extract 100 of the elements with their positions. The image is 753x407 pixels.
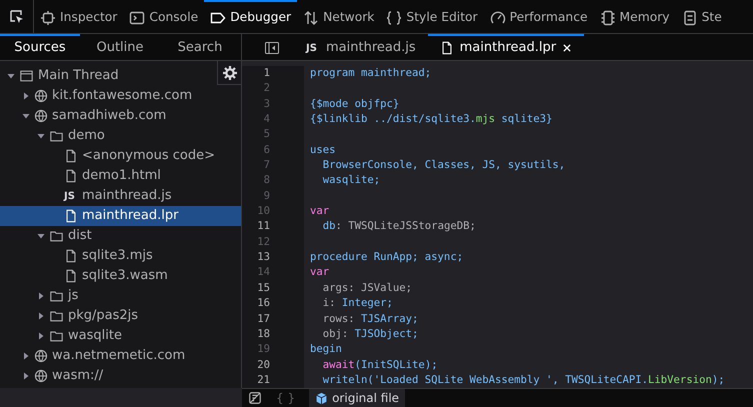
original-file-button[interactable]: original file: [309, 389, 406, 407]
console-icon: [129, 10, 146, 26]
line-number: 15: [256, 280, 270, 296]
tree-item[interactable]: demo: [0, 126, 241, 146]
code-line: db: TWSQLiteJSStorageDB;: [322, 219, 476, 234]
expanded-arrow-icon[interactable]: [37, 232, 45, 240]
gear-icon[interactable]: [222, 64, 238, 80]
cube-icon: [315, 392, 328, 404]
tree-item[interactable]: mainthread.lpr: [0, 206, 241, 226]
gauge-icon: [490, 10, 506, 26]
collapsed-arrow-icon[interactable]: [22, 352, 30, 360]
code-line: BrowserConsole, Classes, JS, sysutils,: [322, 158, 566, 174]
tree-item[interactable]: JS mainthread.js: [0, 186, 241, 206]
sidebar-tab[interactable]: Outline: [80, 34, 160, 60]
code-line: wasqlite;: [322, 173, 380, 188]
line-number: 8: [262, 173, 270, 188]
expanded-arrow-icon[interactable]: [7, 72, 15, 80]
file-icon: [64, 209, 78, 223]
file-icon: [64, 169, 78, 183]
file-icon: [440, 41, 454, 55]
line-number: 13: [256, 250, 270, 266]
code-line: begin: [309, 342, 342, 358]
folder-icon: [49, 229, 64, 243]
element-picker-icon[interactable]: [8, 8, 24, 24]
devtools-tab[interactable]: Console: [123, 0, 204, 33]
folder-icon: [49, 289, 64, 303]
memory-chip-icon: [600, 10, 616, 26]
devtools-tab[interactable]: Style Editor: [380, 0, 484, 33]
collapsed-arrow-icon[interactable]: [22, 372, 30, 380]
expanded-arrow-icon[interactable]: [37, 132, 45, 140]
tree-item[interactable]: Main Thread: [0, 66, 241, 86]
code-line: i: Integer;: [322, 296, 393, 312]
sidebar-toggle-icon[interactable]: [264, 40, 280, 56]
storage-icon: [682, 10, 698, 26]
tree-item[interactable]: sqlite3.mjs: [0, 246, 241, 266]
tree-item[interactable]: demo1.html: [0, 166, 241, 186]
tree-item[interactable]: samadhiweb.com: [0, 106, 241, 126]
code-line: await(InitSQLite);: [322, 358, 438, 373]
line-number: 14: [256, 265, 270, 280]
devtools-tab[interactable]: Ste: [676, 0, 728, 33]
tree-item[interactable]: dist: [0, 226, 241, 246]
line-number: 21: [256, 372, 270, 388]
window-icon: [19, 69, 34, 83]
line-number: 6: [262, 142, 270, 158]
tree-item[interactable]: <anonymous code>: [0, 146, 241, 166]
sidebar-tab[interactable]: Search: [160, 34, 240, 60]
devtools-tab[interactable]: Inspector: [34, 0, 124, 33]
arrows-icon: [303, 10, 320, 26]
line-number: 7: [262, 158, 270, 174]
collapsed-arrow-icon[interactable]: [37, 312, 45, 320]
folder-icon: [49, 329, 64, 343]
globe-icon: [34, 89, 48, 103]
tree-item[interactable]: kit.fontawesome.com: [0, 86, 241, 106]
line-number: 11: [256, 219, 270, 234]
line-number: 9: [262, 188, 270, 204]
code-line: rows: TJSArray;: [322, 312, 418, 326]
line-number: 19: [256, 342, 270, 358]
chip-icon: [40, 10, 56, 26]
js-file-icon: JS: [306, 40, 320, 56]
tree-item[interactable]: wasm://: [0, 366, 241, 386]
tree-item[interactable]: wa.netmemetic.com: [0, 346, 241, 366]
line-number: 20: [256, 358, 270, 373]
devtools-tab[interactable]: Memory: [594, 0, 676, 33]
folder-icon: [49, 309, 64, 323]
line-number: 2: [262, 81, 270, 96]
devtools-tab[interactable]: Performance: [484, 0, 594, 33]
line-number: 18: [256, 326, 270, 342]
globe-icon: [34, 109, 48, 123]
devtools-tab[interactable]: Network: [297, 0, 380, 33]
tree-item[interactable]: sqlite3.wasm: [0, 266, 241, 286]
js-file-icon: JS: [64, 188, 78, 204]
blackbox-icon[interactable]: [248, 391, 262, 405]
globe-icon: [34, 369, 48, 383]
code-line: {$linklib ../dist/sqlite3.mjs sqlite3}: [309, 112, 552, 128]
code-line: args: JSValue;: [322, 280, 412, 296]
close-icon[interactable]: [562, 43, 572, 53]
file-icon: [64, 149, 78, 163]
tree-item[interactable]: wasqlite: [0, 326, 241, 346]
code-line: procedure RunApp; async;: [309, 250, 464, 266]
line-number: 4: [262, 112, 270, 128]
collapsed-arrow-icon[interactable]: [37, 332, 45, 340]
collapsed-arrow-icon[interactable]: [22, 92, 30, 100]
code-line: var: [309, 204, 330, 220]
collapsed-arrow-icon[interactable]: [37, 292, 45, 300]
code-line: obj: TJSObject;: [322, 326, 418, 342]
file-icon: [64, 249, 78, 263]
code-line: program mainthread;: [309, 66, 432, 81]
code-line: writeln('Loaded SQLite WebAssembly ', TWSQLiteCAPI.LibVersion);: [322, 372, 725, 388]
code-line: var: [309, 265, 330, 280]
line-number: 16: [256, 296, 270, 312]
line-number: 5: [262, 127, 270, 142]
line-number: 1: [262, 66, 270, 81]
code-line: {$mode objfpc}: [309, 96, 400, 112]
folder-icon: [49, 129, 64, 143]
line-number: 10: [256, 204, 270, 220]
tree-item[interactable]: pkg/pas2js: [0, 306, 241, 326]
expanded-arrow-icon[interactable]: [22, 112, 30, 120]
file-icon: [64, 269, 78, 283]
tree-item[interactable]: js: [0, 286, 241, 306]
file-tab[interactable]: JS mainthread.js: [294, 34, 428, 60]
